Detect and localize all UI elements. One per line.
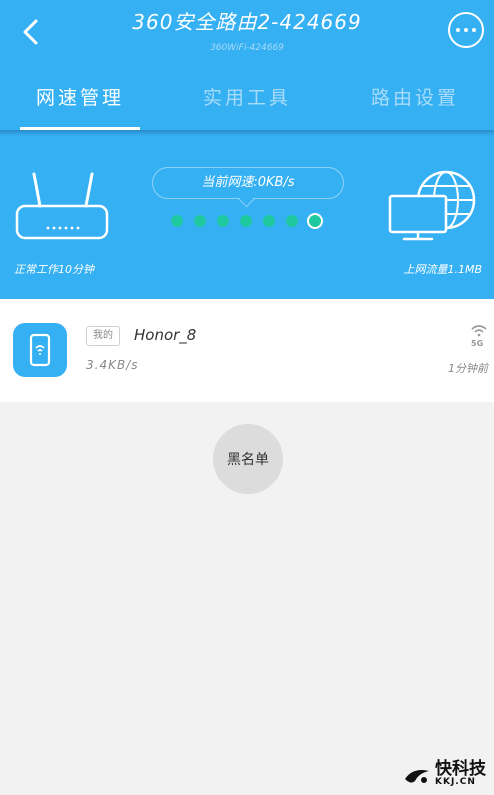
globe-computer-icon bbox=[388, 170, 476, 241]
mine-badge: 我的 bbox=[86, 326, 120, 346]
watermark: 快科技 KKJ.CN bbox=[403, 759, 486, 789]
blacklist-button[interactable]: 黑名单 bbox=[213, 424, 283, 494]
router-icon bbox=[15, 172, 109, 240]
phone-icon bbox=[29, 333, 51, 367]
indicator-dot bbox=[240, 215, 252, 227]
device-name: Honor_8 bbox=[134, 326, 197, 344]
tab-bar-shadow bbox=[0, 130, 494, 136]
speed-indicator-dots bbox=[171, 215, 321, 227]
last-seen-label: 1分钟前 bbox=[448, 362, 488, 375]
band-label: 5G bbox=[471, 339, 484, 348]
indicator-dot bbox=[263, 215, 275, 227]
header-panel: 360安全路由2-424669 360WiFi-424669 网速管理 实用工具… bbox=[0, 0, 494, 299]
more-dot-icon bbox=[472, 28, 476, 32]
device-speed: 3.4KB/s bbox=[86, 358, 139, 372]
uptime-label: 正常工作10分钟 bbox=[14, 263, 94, 276]
more-dot-icon bbox=[464, 28, 468, 32]
tab-router-settings[interactable]: 路由设置 bbox=[345, 80, 485, 128]
wifi-signal-icon bbox=[471, 325, 487, 337]
device-list-item[interactable]: 我的 Honor_8 3.4KB/s 5G 1分钟前 bbox=[0, 299, 494, 402]
device-avatar bbox=[13, 323, 67, 377]
tab-bar: 网速管理 实用工具 路由设置 bbox=[0, 80, 494, 130]
indicator-dot bbox=[217, 215, 229, 227]
wifi-name: 360WiFi-424669 bbox=[210, 43, 284, 53]
tab-speed-management[interactable]: 网速管理 bbox=[10, 80, 150, 130]
indicator-dot-active bbox=[309, 215, 321, 227]
traffic-label: 上网流量1.1MB bbox=[403, 263, 482, 276]
more-dot-icon bbox=[456, 28, 460, 32]
current-speed-bubble: 当前网速:0KB/s bbox=[152, 167, 344, 199]
tab-tools[interactable]: 实用工具 bbox=[177, 80, 317, 128]
back-button[interactable] bbox=[10, 12, 52, 52]
more-options-button[interactable] bbox=[448, 12, 484, 48]
indicator-dot bbox=[171, 215, 183, 227]
back-arrow-icon bbox=[23, 19, 38, 45]
watermark-logo-icon bbox=[405, 770, 429, 783]
router-title: 360安全路由2-424669 bbox=[132, 10, 362, 34]
indicator-dot bbox=[194, 215, 206, 227]
watermark-brand: 快科技 bbox=[435, 759, 486, 779]
indicator-dot bbox=[286, 215, 298, 227]
